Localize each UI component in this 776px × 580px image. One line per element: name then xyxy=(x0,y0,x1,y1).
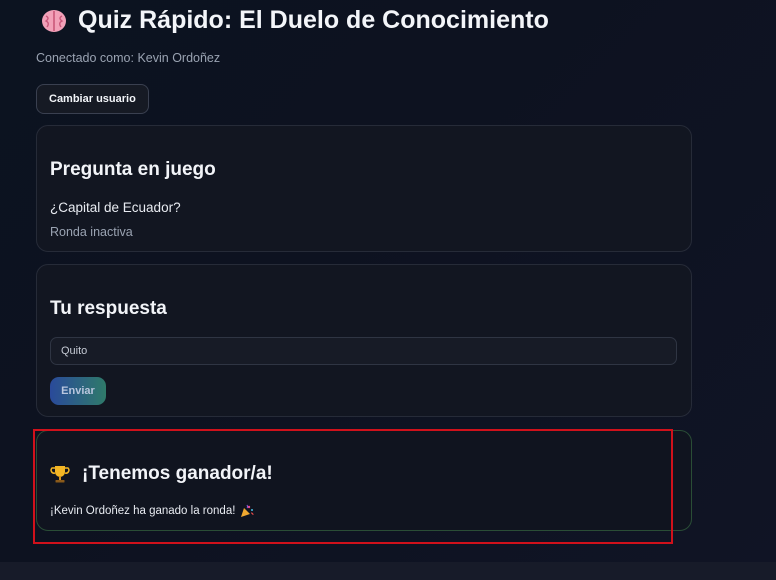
answer-card-heading: Tu respuesta xyxy=(50,298,167,319)
connected-user-label: Conectado como: Kevin Ordoñez xyxy=(36,51,221,65)
submit-button[interactable]: Enviar xyxy=(50,377,106,405)
winner-card-heading: ¡Tenemos ganador/a! xyxy=(50,463,273,485)
bottom-strip xyxy=(0,562,776,580)
trophy-icon xyxy=(50,464,70,484)
question-text: ¿Capital de Ecuador? xyxy=(50,200,181,215)
winner-heading-text: ¡Tenemos ganador/a! xyxy=(82,463,273,484)
question-card-heading: Pregunta en juego xyxy=(50,159,216,180)
answer-card: Tu respuesta Enviar xyxy=(36,264,692,417)
winner-message: ¡Kevin Ordoñez ha ganado la ronda! xyxy=(50,504,254,518)
brain-icon xyxy=(40,8,68,34)
answer-input[interactable] xyxy=(50,337,677,365)
page-title-text: Quiz Rápido: El Duelo de Conocimiento xyxy=(78,6,549,34)
change-user-button[interactable]: Cambiar usuario xyxy=(36,84,149,114)
round-status: Ronda inactiva xyxy=(50,225,133,239)
winner-card: ¡Tenemos ganador/a! ¡Kevin Ordoñez ha ga… xyxy=(36,430,692,531)
question-card: Pregunta en juego ¿Capital de Ecuador? R… xyxy=(36,125,692,252)
winner-message-text: ¡Kevin Ordoñez ha ganado la ronda! xyxy=(50,505,236,517)
party-popper-icon xyxy=(240,504,254,518)
page-title: Quiz Rápido: El Duelo de Conocimiento xyxy=(40,6,549,35)
